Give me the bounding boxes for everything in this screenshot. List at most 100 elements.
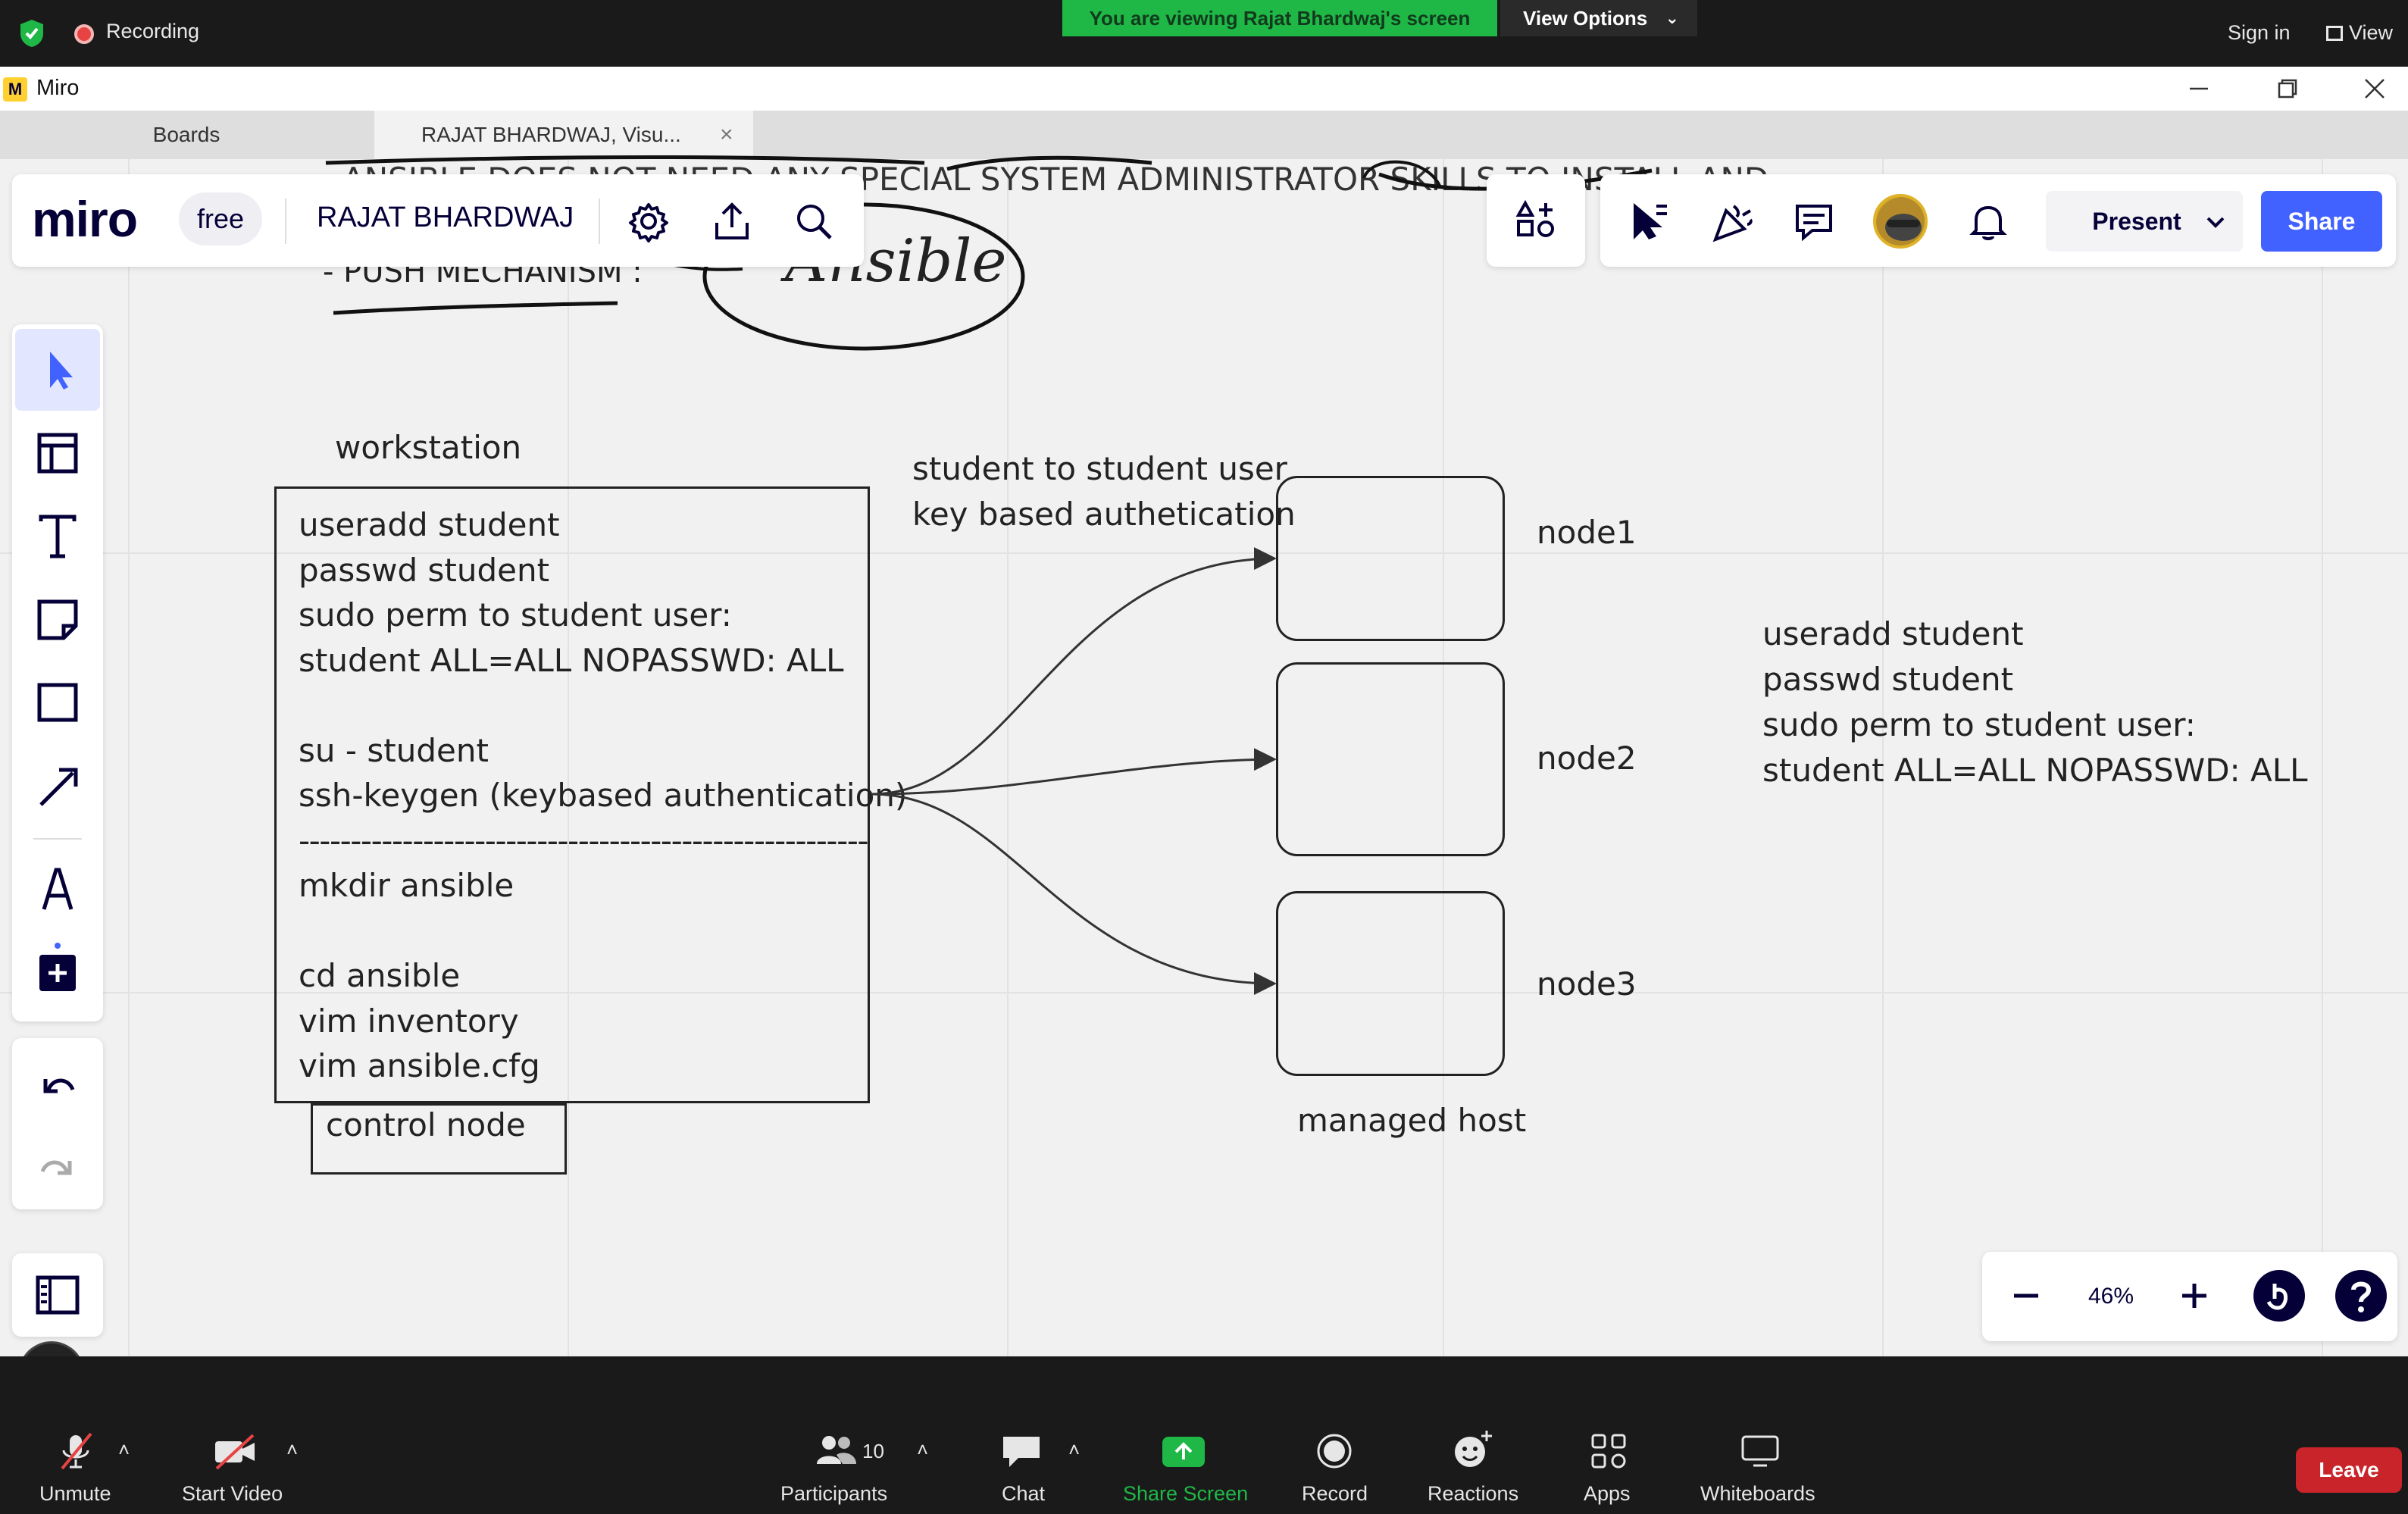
apps-shapes-icon[interactable] xyxy=(1512,199,1558,244)
muted-mic-icon[interactable] xyxy=(53,1429,99,1475)
arrow-line-icon xyxy=(39,768,78,806)
zoom-level[interactable]: 46% xyxy=(2088,1284,2134,1309)
share-button[interactable]: Share xyxy=(2261,191,2382,252)
templates-tool[interactable] xyxy=(15,412,100,494)
command-line: student ALL=ALL NOPASSWD: ALL xyxy=(299,641,844,679)
command-line: cd ansible xyxy=(299,957,461,994)
apps-icon[interactable] xyxy=(1590,1432,1628,1470)
recording-label[interactable]: Recording xyxy=(106,20,199,43)
chat-chevron-icon[interactable]: ˄ xyxy=(1068,1438,1080,1462)
video-off-icon[interactable] xyxy=(211,1429,259,1475)
whiteboards-icon[interactable] xyxy=(1740,1434,1781,1469)
apps-label[interactable]: Apps xyxy=(1584,1482,1631,1506)
notifications-bell-icon[interactable] xyxy=(1965,199,2011,244)
leave-button[interactable]: Leave xyxy=(2296,1447,2402,1493)
tab-boards[interactable]: Boards xyxy=(0,111,373,159)
undo-icon xyxy=(43,1078,75,1093)
node2-box[interactable] xyxy=(1276,662,1505,856)
reaction-hand-icon[interactable] xyxy=(2252,1268,2306,1323)
search-icon[interactable] xyxy=(791,199,837,244)
security-shield-icon[interactable] xyxy=(18,18,45,48)
node3-box[interactable] xyxy=(1276,891,1505,1076)
sticky-note-icon xyxy=(37,599,78,640)
help-question-icon[interactable] xyxy=(2334,1268,2388,1323)
minimize-icon[interactable] xyxy=(2176,73,2222,105)
participants-label[interactable]: Participants xyxy=(780,1482,887,1506)
divider xyxy=(599,199,600,244)
redo-button[interactable] xyxy=(15,1125,100,1206)
node1-box[interactable] xyxy=(1276,476,1505,641)
node1-label[interactable]: node1 xyxy=(1537,514,1637,551)
arrow-caption-line1[interactable]: student to student user xyxy=(912,450,1287,487)
node2-label[interactable]: node2 xyxy=(1537,740,1637,777)
window-title-bar xyxy=(0,67,2408,111)
sidebar-panel-icon xyxy=(36,1275,80,1315)
undo-button[interactable] xyxy=(15,1043,100,1125)
screen-share-banner: You are viewing Rajat Bhardwaj's screen xyxy=(1062,0,1497,36)
cursor-arrow-icon xyxy=(50,352,73,389)
plan-badge[interactable]: free xyxy=(179,192,263,246)
record-label[interactable]: Record xyxy=(1302,1482,1368,1506)
sticky-note-tool[interactable] xyxy=(15,579,100,661)
select-tool[interactable] xyxy=(15,329,100,411)
export-upload-icon[interactable] xyxy=(709,199,755,244)
managed-host-label[interactable]: managed host xyxy=(1297,1102,1526,1139)
workstation-commands[interactable]: useradd student passwd student sudo perm… xyxy=(299,506,907,1093)
record-icon[interactable] xyxy=(1315,1432,1353,1470)
frames-panel-toggle[interactable] xyxy=(15,1255,100,1337)
reactions-label[interactable]: Reactions xyxy=(1428,1482,1518,1506)
window-title: Miro xyxy=(36,76,80,100)
zoom-in-plus-icon[interactable] xyxy=(2172,1273,2217,1318)
tab-board-label: RAJAT BHARDWAJ, Visu... xyxy=(421,123,681,146)
text-t-icon xyxy=(39,515,77,558)
tab-board-active[interactable]: RAJAT BHARDWAJ, Visu... × xyxy=(374,111,753,159)
settings-gear-icon[interactable] xyxy=(626,199,671,244)
connection-line-tool[interactable] xyxy=(15,746,100,827)
audio-options-chevron-icon[interactable]: ˄ xyxy=(118,1438,130,1462)
shape-tool[interactable] xyxy=(15,662,100,744)
pen-tool[interactable] xyxy=(15,849,100,931)
cursor-follow-icon[interactable] xyxy=(1626,199,1672,244)
board-name[interactable]: RAJAT BHARDWAJ xyxy=(317,202,574,234)
command-line: useradd student xyxy=(299,506,560,543)
zoom-top-bar: Recording You are viewing Rajat Bhardwaj… xyxy=(0,0,2408,67)
miro-logo[interactable]: miro xyxy=(32,192,138,246)
view-button[interactable]: View xyxy=(2326,21,2393,45)
rectangle-icon xyxy=(37,683,78,722)
participants-chevron-icon[interactable]: ˄ xyxy=(917,1438,928,1462)
divider xyxy=(33,838,82,840)
participants-icon[interactable] xyxy=(814,1432,859,1470)
workstation-label[interactable]: workstation xyxy=(335,429,521,466)
text-tool[interactable] xyxy=(15,496,100,577)
sign-in-button[interactable]: Sign in xyxy=(2228,21,2291,45)
view-options-button[interactable]: View Options ⌄ xyxy=(1500,0,1697,36)
grid-view-icon xyxy=(2326,26,2343,41)
pen-icon xyxy=(42,868,73,910)
command-line: mkdir ansible xyxy=(299,867,514,904)
arrow-caption-line2[interactable]: key based authetication xyxy=(912,496,1296,533)
whiteboards-label[interactable]: Whiteboards xyxy=(1700,1482,1815,1506)
user-avatar[interactable] xyxy=(1873,194,1928,249)
tab-bar: Boards RAJAT BHARDWAJ, Visu... × xyxy=(0,111,2408,159)
video-options-chevron-icon[interactable]: ˄ xyxy=(286,1438,298,1462)
reactions-emoji-icon[interactable] xyxy=(1452,1429,1494,1470)
unmute-label[interactable]: Unmute xyxy=(39,1482,111,1506)
more-tools[interactable] xyxy=(15,932,100,1014)
restore-icon[interactable] xyxy=(2264,73,2309,105)
close-window-icon[interactable] xyxy=(2352,73,2397,105)
share-screen-label[interactable]: Share Screen xyxy=(1123,1482,1248,1506)
share-screen-icon[interactable] xyxy=(1161,1435,1206,1469)
start-video-label[interactable]: Start Video xyxy=(182,1482,283,1506)
comments-icon[interactable] xyxy=(1791,199,1837,244)
zoom-out-minus-icon[interactable] xyxy=(2003,1273,2049,1318)
celebrate-icon[interactable] xyxy=(1709,199,1755,244)
connector-arrows[interactable] xyxy=(864,530,1288,1000)
tab-close-icon[interactable]: × xyxy=(720,111,733,159)
chat-label[interactable]: Chat xyxy=(1002,1482,1045,1506)
template-layout-icon xyxy=(37,433,78,474)
present-options-button[interactable] xyxy=(2188,191,2243,252)
right-notes[interactable]: useradd student passwd student sudo perm… xyxy=(1762,615,2308,797)
chat-bubble-icon[interactable] xyxy=(1000,1432,1043,1470)
node3-label[interactable]: node3 xyxy=(1537,965,1637,1003)
command-line: passwd student xyxy=(299,551,550,589)
